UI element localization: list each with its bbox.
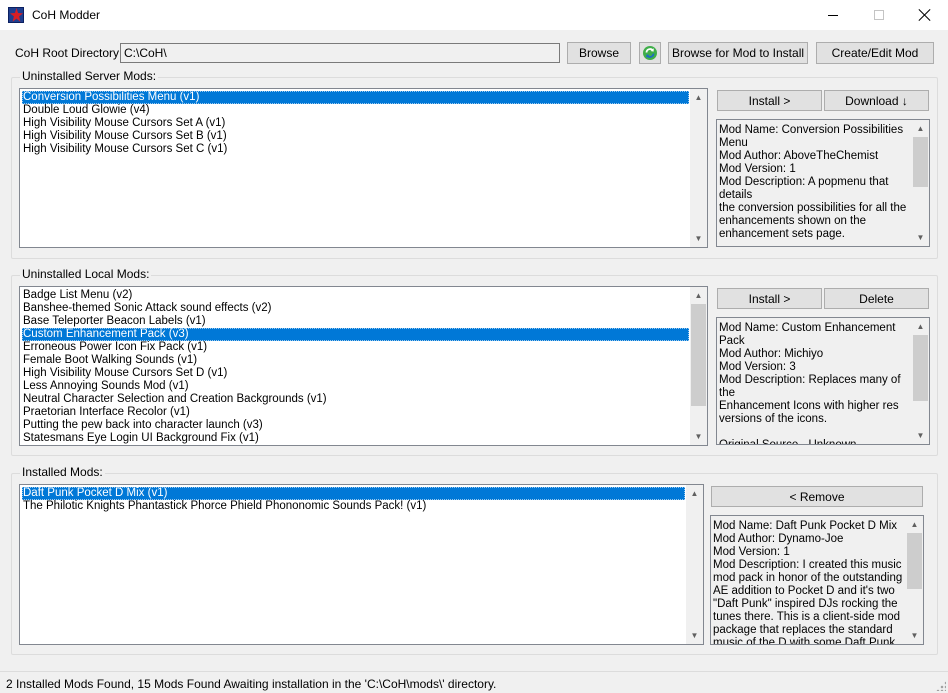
list-item[interactable]: Badge List Menu (v2) xyxy=(22,289,689,302)
scroll-up-icon[interactable]: ▲ xyxy=(686,485,703,502)
server-mods-list[interactable]: Conversion Possibilities Menu (v1) Doubl… xyxy=(19,88,708,248)
local-install-button[interactable]: Install > xyxy=(717,288,822,309)
installed-mods-scrollbar[interactable]: ▲ ▼ xyxy=(686,485,703,644)
installed-desc-scrollbar[interactable]: ▲ ▼ xyxy=(906,516,923,644)
browse-for-mod-button[interactable]: Browse for Mod to Install xyxy=(668,42,808,64)
list-item[interactable]: High Visibility Mouse Cursors Set A (v1) xyxy=(22,117,689,130)
server-mod-description: Mod Name: Conversion Possibilities Menu … xyxy=(716,119,930,247)
list-item[interactable]: Conversion Possibilities Menu (v1) xyxy=(22,91,689,104)
minimize-button[interactable] xyxy=(810,0,856,30)
minimize-icon xyxy=(828,14,838,16)
scroll-down-icon[interactable]: ▼ xyxy=(912,229,929,246)
list-item[interactable]: Custom Enhancement Pack (v3) xyxy=(22,328,689,341)
resize-grip-icon[interactable] xyxy=(936,681,946,691)
root-directory-label: CoH Root Directory: xyxy=(15,46,123,60)
list-item[interactable]: Less Annoying Sounds Mod (v1) xyxy=(22,380,689,393)
scroll-up-icon[interactable]: ▲ xyxy=(906,516,923,533)
list-item[interactable]: Statesmans Eye Login UI Background Fix (… xyxy=(22,432,689,445)
create-edit-mod-button[interactable]: Create/Edit Mod xyxy=(816,42,934,64)
list-item[interactable]: High Visibility Mouse Cursors Set B (v1) xyxy=(22,130,689,143)
status-text: 2 Installed Mods Found, 15 Mods Found Aw… xyxy=(6,677,497,691)
scroll-up-icon[interactable]: ▲ xyxy=(912,120,929,137)
scroll-down-icon[interactable]: ▼ xyxy=(690,428,707,445)
list-item[interactable]: Base Teleporter Beacon Labels (v1) xyxy=(22,315,689,328)
status-bar: 2 Installed Mods Found, 15 Mods Found Aw… xyxy=(0,671,948,693)
scroll-down-icon[interactable]: ▼ xyxy=(912,427,929,444)
local-mod-description-text: Mod Name: Custom Enhancement Pack Mod Au… xyxy=(719,322,901,445)
server-install-button[interactable]: Install > xyxy=(717,90,822,111)
server-mods-label: Uninstalled Server Mods: xyxy=(20,69,159,83)
maximize-button[interactable] xyxy=(856,0,902,30)
list-item[interactable]: Praetorian Interface Recolor (v1) xyxy=(22,406,689,419)
server-mods-scrollbar[interactable]: ▲ ▼ xyxy=(690,89,707,247)
installed-mods-label: Installed Mods: xyxy=(20,465,105,479)
installed-mod-description-text: Mod Name: Daft Punk Pocket D Mix Mod Aut… xyxy=(713,520,903,645)
browse-button[interactable]: Browse xyxy=(567,42,631,64)
list-item[interactable]: High Visibility Mouse Cursors Set D (v1) xyxy=(22,367,689,380)
local-mods-scrollbar[interactable]: ▲ ▼ xyxy=(690,287,707,445)
local-mods-list[interactable]: Badge List Menu (v2) Banshee-themed Soni… xyxy=(19,286,708,446)
list-item[interactable]: Putting the pew back into character laun… xyxy=(22,419,689,432)
installed-mods-items: Daft Punk Pocket D Mix (v1) The Philotic… xyxy=(22,487,685,513)
scroll-thumb[interactable] xyxy=(913,335,928,401)
maximize-icon xyxy=(874,10,884,20)
scroll-up-icon[interactable]: ▲ xyxy=(912,318,929,335)
scroll-down-icon[interactable]: ▼ xyxy=(686,627,703,644)
installed-mod-description: Mod Name: Daft Punk Pocket D Mix Mod Aut… xyxy=(710,515,924,645)
list-item[interactable]: Erroneous Power Icon Fix Pack (v1) xyxy=(22,341,689,354)
list-item[interactable]: Female Boot Walking Sounds (v1) xyxy=(22,354,689,367)
refresh-icon xyxy=(643,46,657,60)
scroll-thumb[interactable] xyxy=(691,304,706,406)
local-mods-items: Badge List Menu (v2) Banshee-themed Soni… xyxy=(22,289,689,445)
remove-button[interactable]: < Remove xyxy=(711,486,923,507)
local-delete-button[interactable]: Delete xyxy=(824,288,929,309)
list-item[interactable]: Double Loud Glowie (v4) xyxy=(22,104,689,117)
local-mod-description: Mod Name: Custom Enhancement Pack Mod Au… xyxy=(716,317,930,445)
scroll-thumb[interactable] xyxy=(913,137,928,187)
close-icon xyxy=(918,8,932,22)
root-directory-field[interactable]: C:\CoH\ xyxy=(120,43,560,63)
list-item[interactable]: High Visibility Mouse Cursors Set C (v1) xyxy=(22,143,689,156)
list-item[interactable]: The Philotic Knights Phantastick Phorce … xyxy=(22,500,685,513)
scroll-up-icon[interactable]: ▲ xyxy=(690,89,707,106)
server-download-button[interactable]: Download ↓ xyxy=(824,90,929,111)
app-star-icon xyxy=(8,7,24,23)
installed-mods-list[interactable]: Daft Punk Pocket D Mix (v1) The Philotic… xyxy=(19,484,704,645)
server-mods-items: Conversion Possibilities Menu (v1) Doubl… xyxy=(22,91,689,156)
local-mods-label: Uninstalled Local Mods: xyxy=(20,267,152,281)
refresh-button[interactable] xyxy=(639,42,661,64)
server-desc-scrollbar[interactable]: ▲ ▼ xyxy=(912,120,929,246)
scroll-thumb[interactable] xyxy=(907,533,922,589)
title-bar: CoH Modder xyxy=(0,0,948,30)
local-desc-scrollbar[interactable]: ▲ ▼ xyxy=(912,318,929,444)
list-item[interactable]: Daft Punk Pocket D Mix (v1) xyxy=(22,487,685,500)
list-item[interactable]: Banshee-themed Sonic Attack sound effect… xyxy=(22,302,689,315)
server-mod-description-text: Mod Name: Conversion Possibilities Menu … xyxy=(719,124,907,240)
close-button[interactable] xyxy=(902,0,948,30)
list-item[interactable]: Neutral Character Selection and Creation… xyxy=(22,393,689,406)
scroll-down-icon[interactable]: ▼ xyxy=(690,230,707,247)
scroll-up-icon[interactable]: ▲ xyxy=(690,287,707,304)
window-title: CoH Modder xyxy=(32,8,101,22)
scroll-down-icon[interactable]: ▼ xyxy=(906,627,923,644)
